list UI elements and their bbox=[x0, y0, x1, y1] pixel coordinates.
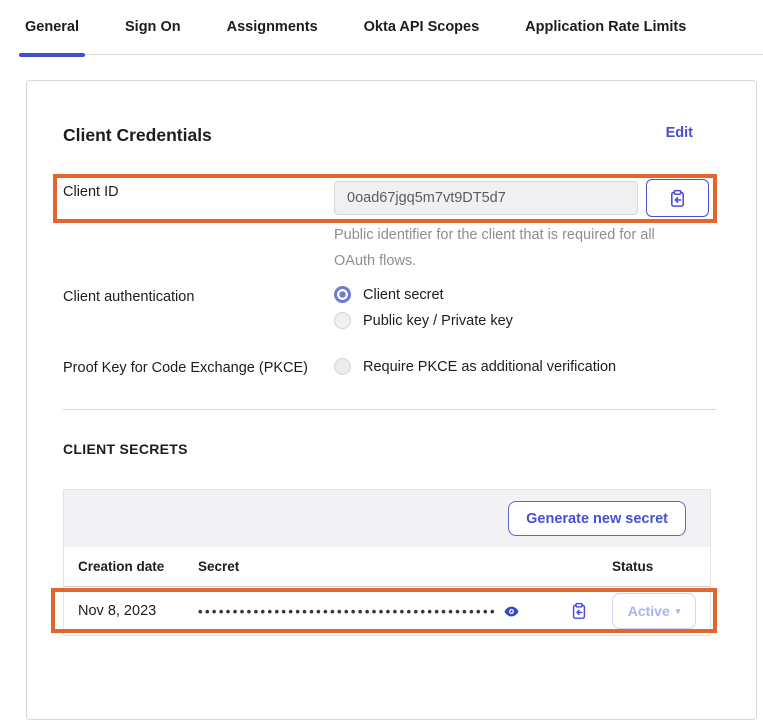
client-secrets-table: Generate new secret Creation date Secret… bbox=[63, 489, 711, 636]
tab-okta-api-scopes[interactable]: Okta API Scopes bbox=[358, 0, 486, 55]
client-id-row: Client ID 0oad67jgq5m7vt9DT5d7 bbox=[63, 181, 716, 217]
column-header-secret: Secret bbox=[198, 559, 612, 574]
reveal-secret-button[interactable] bbox=[503, 603, 520, 620]
status-dropdown-button[interactable]: Active ▾ bbox=[612, 593, 696, 629]
general-settings-card: Client Credentials Edit Client ID 0oad67… bbox=[26, 80, 757, 720]
secrets-toolbar: Generate new secret bbox=[64, 490, 710, 547]
client-authentication-label: Client authentication bbox=[63, 286, 334, 329]
section-title: Client Credentials bbox=[63, 125, 212, 146]
radio-unselected-icon[interactable] bbox=[334, 312, 351, 329]
tab-sign-on[interactable]: Sign On bbox=[119, 0, 187, 55]
auth-option-client-secret[interactable]: Client secret bbox=[334, 286, 513, 303]
secret-cell: ••••••••••••••••••••••••••••••••••••••••… bbox=[198, 602, 612, 620]
client-secrets-title: CLIENT SECRETS bbox=[63, 441, 188, 457]
radio-selected-icon[interactable] bbox=[334, 286, 351, 303]
app-tab-bar: General Sign On Assignments Okta API Sco… bbox=[0, 0, 763, 55]
client-id-help-text: Public identifier for the client that is… bbox=[334, 222, 664, 274]
section-divider bbox=[63, 409, 716, 410]
table-header-row: Creation date Secret Status bbox=[64, 547, 710, 587]
client-id-label: Client ID bbox=[63, 181, 334, 217]
column-header-creation-date: Creation date bbox=[78, 559, 198, 574]
secret-table-row: Nov 8, 2023 ••••••••••••••••••••••••••••… bbox=[64, 587, 710, 635]
copy-client-id-button[interactable] bbox=[646, 179, 709, 217]
edit-link[interactable]: Edit bbox=[666, 125, 693, 141]
auth-option-label: Client secret bbox=[363, 287, 444, 303]
eye-icon bbox=[503, 603, 520, 620]
copy-icon bbox=[570, 602, 588, 620]
pkce-option-label: Require PKCE as additional verification bbox=[363, 359, 616, 375]
masked-secret-value: ••••••••••••••••••••••••••••••••••••••••… bbox=[198, 604, 497, 619]
tab-general[interactable]: General bbox=[19, 0, 85, 55]
status-cell: Active ▾ bbox=[612, 593, 710, 629]
tab-label: Okta API Scopes bbox=[364, 19, 480, 35]
client-id-input[interactable]: 0oad67jgq5m7vt9DT5d7 bbox=[334, 181, 638, 215]
tab-label: Application Rate Limits bbox=[525, 19, 686, 35]
auth-option-label: Public key / Private key bbox=[363, 313, 513, 329]
tab-application-rate-limits[interactable]: Application Rate Limits bbox=[519, 0, 692, 55]
checkbox-unchecked-icon[interactable] bbox=[334, 358, 351, 375]
auth-option-public-private-key[interactable]: Public key / Private key bbox=[334, 312, 513, 329]
creation-date-cell: Nov 8, 2023 bbox=[78, 603, 198, 619]
tab-label: Assignments bbox=[227, 19, 318, 35]
client-authentication-row: Client authentication Client secret Publ… bbox=[63, 286, 716, 329]
copy-secret-button[interactable] bbox=[570, 602, 588, 620]
client-id-field-group: 0oad67jgq5m7vt9DT5d7 bbox=[334, 181, 709, 217]
column-header-status: Status bbox=[612, 559, 710, 574]
pkce-label: Proof Key for Code Exchange (PKCE) bbox=[63, 357, 334, 376]
auth-option-list: Client secret Public key / Private key bbox=[334, 286, 513, 329]
tab-list: General Sign On Assignments Okta API Sco… bbox=[19, 0, 763, 55]
copy-icon bbox=[668, 189, 687, 208]
pkce-row: Proof Key for Code Exchange (PKCE) Requi… bbox=[63, 357, 716, 376]
client-credentials-header: Client Credentials Edit bbox=[63, 125, 693, 146]
status-label: Active bbox=[628, 603, 670, 619]
tab-assignments[interactable]: Assignments bbox=[221, 0, 324, 55]
generate-new-secret-button[interactable]: Generate new secret bbox=[508, 501, 686, 536]
pkce-option[interactable]: Require PKCE as additional verification bbox=[334, 357, 616, 376]
chevron-down-icon: ▾ bbox=[676, 606, 681, 617]
tab-label: General bbox=[25, 19, 79, 35]
tab-label: Sign On bbox=[125, 19, 181, 35]
